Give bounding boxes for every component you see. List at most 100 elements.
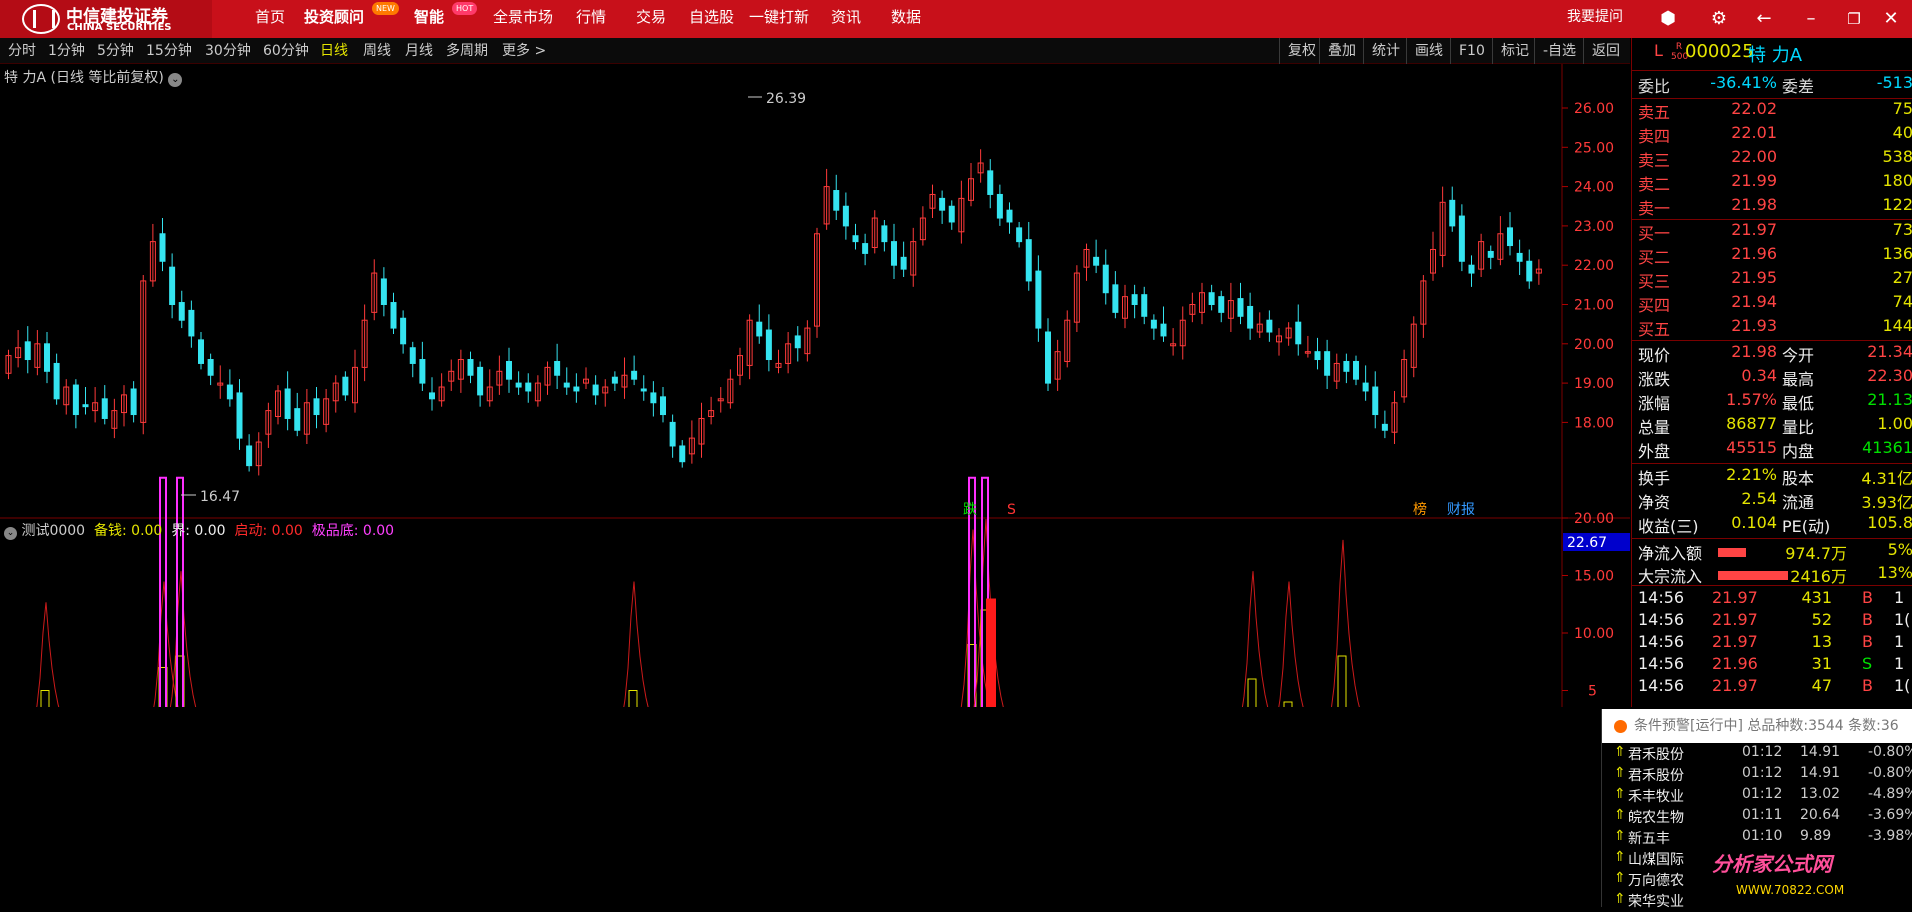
period-multi[interactable]: 多周期 bbox=[446, 38, 488, 64]
collapse-chevron-icon[interactable]: ⌄ bbox=[168, 73, 183, 87]
candle bbox=[1449, 186, 1456, 232]
alarm-row[interactable]: ⇑皖农生物 01:11 20.64 -3.69% bbox=[1602, 807, 1912, 828]
candle bbox=[1256, 312, 1263, 338]
candle bbox=[275, 385, 281, 425]
candle bbox=[756, 304, 763, 344]
candle bbox=[101, 385, 108, 425]
candle bbox=[72, 379, 79, 429]
candle bbox=[169, 253, 176, 319]
candle bbox=[563, 367, 570, 395]
ask-label: 卖一 bbox=[1638, 199, 1671, 218]
flow-value: 974.7万 bbox=[1785, 544, 1847, 563]
alarm-change: -0.80% bbox=[1868, 765, 1912, 781]
tool-back[interactable]: 返回 bbox=[1583, 38, 1620, 64]
candle bbox=[1083, 243, 1090, 281]
tool-f10[interactable]: F10 bbox=[1450, 38, 1485, 64]
fundamental-value: 105.8 bbox=[1867, 513, 1912, 532]
period-15min[interactable]: 15分钟 bbox=[146, 38, 192, 64]
period-weekly[interactable]: 周线 bbox=[363, 38, 391, 64]
stat-value: 1.00 bbox=[1877, 414, 1912, 433]
candle bbox=[140, 275, 147, 435]
alarm-row[interactable]: ⇑君禾股份 01:12 14.91 -0.80% bbox=[1602, 765, 1912, 786]
watermark-logo: 分析家公式网 bbox=[1712, 852, 1832, 876]
candle bbox=[1391, 390, 1398, 445]
nav-panorama[interactable]: 全景市场 bbox=[493, 0, 553, 38]
tool-overlay[interactable]: 叠加 bbox=[1319, 38, 1356, 64]
candle bbox=[429, 377, 435, 411]
candle bbox=[1362, 365, 1369, 401]
alarm-stock-name: 万向德农 bbox=[1628, 873, 1684, 889]
alarm-row[interactable]: ⇑君禾股份 01:12 14.91 -0.80% bbox=[1602, 744, 1912, 765]
indicator-yellow-bar bbox=[1283, 701, 1293, 707]
period-more[interactable]: 更多 > bbox=[502, 38, 546, 64]
candle bbox=[708, 396, 715, 425]
nav-advisor[interactable]: 投资顾问 bbox=[304, 0, 364, 38]
stat-label: 最高 bbox=[1782, 370, 1815, 389]
alarm-row[interactable]: ⇑新五丰 01:10 9.89 -3.98% bbox=[1602, 828, 1912, 849]
tool-self-select[interactable]: -自选 bbox=[1534, 38, 1576, 64]
fundamental-value: 4.31亿 bbox=[1861, 469, 1912, 488]
nav-trade[interactable]: 交易 bbox=[636, 0, 666, 38]
candle bbox=[1430, 231, 1436, 281]
nav-watchlist[interactable]: 自选股 bbox=[689, 0, 734, 38]
period-intraday[interactable]: 分时 bbox=[8, 38, 36, 64]
candle bbox=[1439, 186, 1446, 268]
tool-mark[interactable]: 标记 bbox=[1492, 38, 1529, 64]
nav-news[interactable]: 资讯 bbox=[831, 0, 861, 38]
cube-icon[interactable]: ⬢ bbox=[1657, 8, 1679, 30]
period-60min[interactable]: 60分钟 bbox=[263, 38, 309, 64]
alarm-time: 01:10 bbox=[1742, 828, 1783, 844]
candle bbox=[679, 440, 686, 468]
candle bbox=[1189, 292, 1196, 323]
brand-logo[interactable]: 中信建投证券 CHINA SECURITIES bbox=[0, 0, 212, 38]
back-arrow-icon[interactable]: ← bbox=[1753, 8, 1775, 30]
gear-icon[interactable]: ⚙ bbox=[1708, 8, 1730, 30]
nav-data[interactable]: 数据 bbox=[891, 0, 921, 38]
period-5min[interactable]: 5分钟 bbox=[97, 38, 134, 64]
nav-home[interactable]: 首页 bbox=[255, 0, 285, 38]
minimize-icon[interactable]: – bbox=[1800, 8, 1822, 30]
tool-stats[interactable]: 统计 bbox=[1363, 38, 1400, 64]
candle bbox=[525, 373, 532, 403]
restore-icon[interactable]: ❐ bbox=[1843, 8, 1865, 30]
fundamental-row: 换手 2.21% 股本 4.31亿 bbox=[1632, 465, 1912, 489]
stat-value: 86877 bbox=[1726, 414, 1777, 433]
alarm-price: 13.02 bbox=[1800, 786, 1841, 802]
close-icon[interactable]: ✕ bbox=[1880, 8, 1902, 30]
indicator-toggle-icon[interactable]: ⌄ bbox=[4, 527, 17, 540]
period-daily[interactable]: 日线 bbox=[320, 38, 348, 64]
bid-label: 买二 bbox=[1638, 248, 1671, 267]
candle bbox=[1102, 249, 1109, 305]
candle bbox=[5, 349, 12, 380]
price-axis-label: 19.00 bbox=[1574, 376, 1614, 392]
alarm-change: -3.69% bbox=[1868, 807, 1912, 823]
tick-volume: 13 bbox=[1811, 632, 1832, 651]
candle bbox=[1064, 310, 1071, 368]
tool-restore-rights[interactable]: 复权 bbox=[1279, 38, 1316, 64]
ask-level-row: 卖四 22.01 40 bbox=[1632, 123, 1912, 147]
stat-label: 涨跌 bbox=[1638, 370, 1671, 389]
candle bbox=[380, 267, 387, 317]
candle bbox=[640, 375, 647, 401]
indicator-name: 测试0000 bbox=[21, 523, 86, 539]
tool-draw[interactable]: 画线 bbox=[1406, 38, 1443, 64]
ask-question-link[interactable]: 我要提问 bbox=[1567, 0, 1623, 38]
alarm-header[interactable]: 条件预警[运行中] 总品种数:3544 条数:36 bbox=[1602, 709, 1912, 743]
price-chart[interactable]: 26.00 25.00 24.00 23.00 22.00 21.00 20.00 19.00… bbox=[0, 64, 1630, 707]
candle bbox=[1381, 410, 1388, 439]
flow-percent: 13% bbox=[1877, 563, 1912, 582]
tick-price: 21.97 bbox=[1712, 610, 1758, 629]
ind-axis-label: 10.00 bbox=[1574, 626, 1614, 642]
flow-value: 2416万 bbox=[1790, 567, 1847, 586]
period-monthly[interactable]: 月线 bbox=[405, 38, 433, 64]
nav-smart[interactable]: 智能 bbox=[414, 0, 444, 38]
alarm-row[interactable]: ⇑禾丰牧业 01:12 13.02 -4.89% bbox=[1602, 786, 1912, 807]
candle bbox=[1526, 249, 1533, 289]
period-1min[interactable]: 1分钟 bbox=[48, 38, 85, 64]
nav-ipo[interactable]: 一键打新 bbox=[749, 0, 809, 38]
candle bbox=[149, 223, 156, 287]
tick-side: B bbox=[1862, 588, 1873, 607]
period-30min[interactable]: 30分钟 bbox=[205, 38, 251, 64]
nav-quotes[interactable]: 行情 bbox=[576, 0, 606, 38]
tick-count: 1 bbox=[1894, 632, 1905, 651]
